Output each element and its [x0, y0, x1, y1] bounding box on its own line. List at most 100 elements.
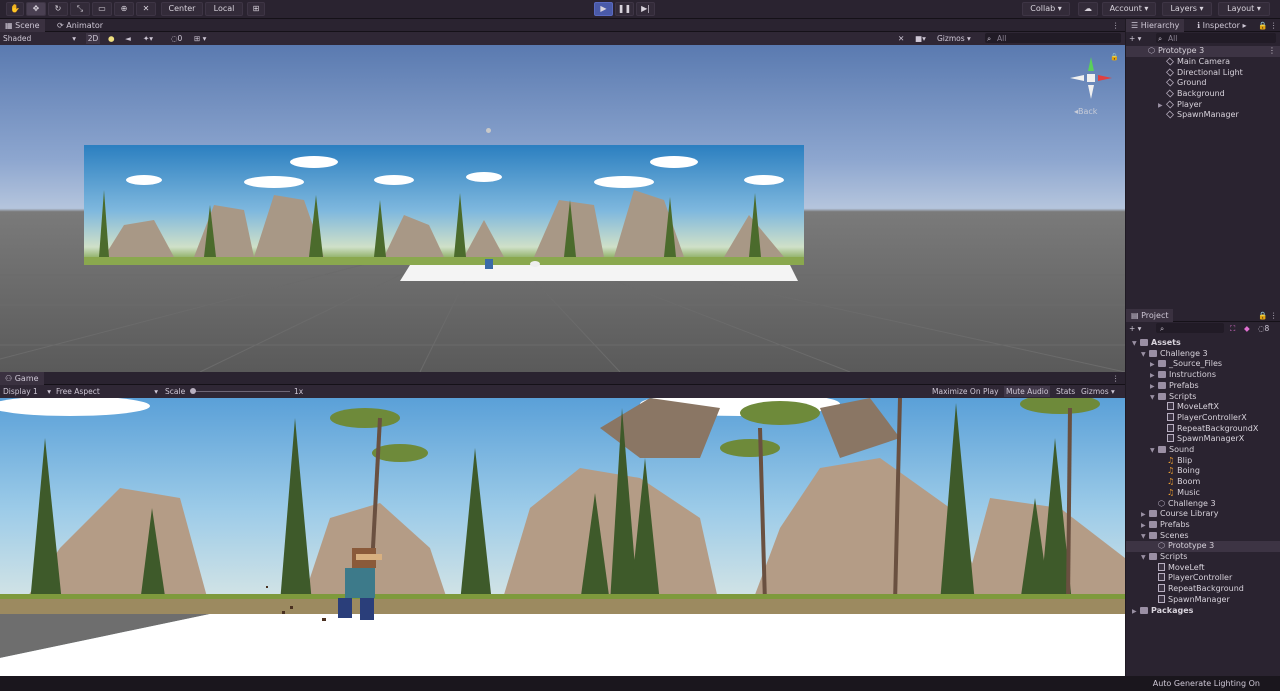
project-item[interactable]: ⬡ Prototype 3: [1126, 541, 1280, 552]
hierarchy-search-input[interactable]: ⌕ All: [1156, 33, 1276, 43]
collab-button[interactable]: Collab ▾: [1022, 2, 1070, 16]
tab-animator[interactable]: ⟳ Animator: [52, 19, 108, 32]
hierarchy-menu-icon[interactable]: ⋮: [1270, 20, 1278, 31]
project-item[interactable]: ♫ Music: [1126, 488, 1280, 499]
hierarchy-lock-icon[interactable]: 🔒: [1258, 20, 1267, 31]
scale-slider[interactable]: [192, 391, 290, 392]
grid-toggle-icon[interactable]: ⊞ ▾: [194, 33, 206, 44]
cloud-icon[interactable]: ☁: [1078, 2, 1098, 16]
scale-tool-icon[interactable]: ⤡: [70, 2, 90, 16]
project-item-label: Sound: [1169, 445, 1195, 454]
hierarchy-item-main-camera[interactable]: Main Camera: [1166, 57, 1230, 68]
project-item[interactable]: PlayerController: [1126, 573, 1280, 584]
shading-mode-label: Shaded: [3, 34, 32, 43]
project-item[interactable]: ♫ Boing: [1126, 466, 1280, 477]
tab-project[interactable]: ▤ Project: [1126, 309, 1174, 322]
pivot-local-button[interactable]: Local: [205, 2, 243, 16]
project-item[interactable]: MoveLeftX: [1126, 402, 1280, 413]
project-item[interactable]: SpawnManagerX: [1126, 434, 1280, 445]
rect-tool-icon[interactable]: ▭: [92, 2, 112, 16]
display-dropdown[interactable]: Display 1 ▾: [3, 386, 51, 397]
pivot-center-button[interactable]: Center: [161, 2, 203, 16]
move-tool-icon[interactable]: ✥: [26, 2, 46, 16]
toggle-2d-button[interactable]: 2D: [86, 33, 100, 44]
lighting-toggle-icon[interactable]: ●: [108, 33, 115, 44]
aspect-dropdown[interactable]: Free Aspect ▾: [56, 386, 158, 397]
audio-clip-icon: ♫: [1167, 466, 1175, 476]
scene-gizmos-dropdown[interactable]: Gizmos ▾: [937, 33, 981, 44]
status-bar: Auto Generate Lighting On: [0, 676, 1280, 691]
hierarchy-item-ground[interactable]: Ground: [1166, 78, 1206, 89]
grid-snap-icon[interactable]: ⊞: [247, 2, 265, 16]
effects-toggle-icon[interactable]: ✦▾: [143, 33, 153, 44]
maximize-on-play-toggle[interactable]: Maximize On Play: [932, 386, 999, 397]
scale-slider-handle[interactable]: [190, 388, 196, 394]
lock-view-icon[interactable]: 🔒: [1110, 53, 1119, 61]
filter-label-icon[interactable]: ◆: [1244, 323, 1250, 334]
project-item[interactable]: SpawnManager: [1126, 594, 1280, 606]
expand-arrow-icon[interactable]: ▶: [1158, 101, 1166, 112]
filter-type-icon[interactable]: ⛶: [1230, 323, 1235, 334]
scene-search-input[interactable]: ⌕ All: [985, 33, 1121, 43]
project-item[interactable]: ♫ Boom: [1126, 477, 1280, 488]
game-view[interactable]: [0, 398, 1125, 676]
hierarchy-item-spawn-manager[interactable]: SpawnManager: [1166, 110, 1239, 121]
tab-game[interactable]: ⚇ Game: [0, 372, 44, 385]
project-item-label: _Source_Files: [1169, 359, 1223, 369]
expand-arrow-icon[interactable]: ▶: [1132, 607, 1140, 618]
project-item[interactable]: ▶ Packages: [1126, 606, 1280, 618]
folder-icon: [1149, 510, 1157, 518]
spawned-obstacle[interactable]: [530, 261, 540, 267]
project-item[interactable]: RepeatBackground: [1126, 584, 1280, 595]
tools-icon[interactable]: ✕: [898, 33, 904, 44]
game-gizmos-dropdown[interactable]: Gizmos ▾: [1081, 386, 1123, 397]
project-item[interactable]: MoveLeft: [1126, 562, 1280, 574]
stats-toggle[interactable]: Stats: [1056, 386, 1075, 397]
hidden-packages-icon[interactable]: ◌8: [1258, 323, 1269, 334]
game-menu-icon[interactable]: ⋮: [1112, 373, 1120, 384]
folder-icon: [1158, 446, 1166, 453]
project-item[interactable]: ♫ Blip: [1126, 456, 1280, 467]
project-menu-icon[interactable]: ⋮: [1270, 310, 1278, 321]
project-item-label: Scenes: [1160, 530, 1189, 540]
scene-menu-icon[interactable]: ⋮: [1112, 20, 1120, 31]
project-add-button[interactable]: + ▾: [1129, 323, 1141, 334]
player-object[interactable]: [485, 259, 493, 269]
orientation-gizmo[interactable]: ◂Back: [1070, 55, 1114, 116]
camera-icon[interactable]: ■▾: [915, 33, 926, 44]
project-lock-icon[interactable]: 🔒: [1258, 310, 1267, 321]
project-item[interactable]: ⬡ Challenge 3: [1126, 499, 1280, 510]
game-background-landscape: [0, 398, 1125, 676]
audio-toggle-icon[interactable]: ◄: [125, 33, 131, 44]
hand-tool-icon[interactable]: ✋: [6, 2, 24, 16]
project-item-label: Boing: [1177, 466, 1200, 476]
hierarchy-scene-row[interactable]: ⬡ Prototype 3 ⋮: [1126, 46, 1280, 57]
project-item[interactable]: PlayerControllerX: [1126, 412, 1280, 424]
hierarchy-add-button[interactable]: + ▾: [1129, 33, 1141, 44]
project-item[interactable]: RepeatBackgroundX: [1126, 423, 1280, 435]
transform-tool-icon[interactable]: ⊕: [114, 2, 134, 16]
scene-menu-dots-icon[interactable]: ⋮: [1268, 46, 1276, 57]
project-search-input[interactable]: ⌕: [1156, 323, 1224, 333]
play-button[interactable]: ▶: [594, 2, 613, 16]
shading-mode-dropdown[interactable]: Shaded ▾: [3, 33, 78, 44]
light-gizmo[interactable]: [486, 128, 491, 133]
project-item-label: Packages: [1151, 605, 1194, 615]
layers-dropdown[interactable]: Layers ▾: [1162, 2, 1212, 16]
rotate-tool-icon[interactable]: ↻: [48, 2, 68, 16]
scene-view[interactable]: ◂Back 🔒: [0, 45, 1125, 372]
step-button[interactable]: ▶|: [636, 2, 655, 16]
pause-button[interactable]: ❚❚: [615, 2, 634, 16]
scale-value: 1x: [294, 387, 304, 396]
layout-dropdown[interactable]: Layout ▾: [1218, 2, 1270, 16]
folder-icon: [1158, 371, 1166, 379]
account-dropdown[interactable]: Account ▾: [1102, 2, 1156, 16]
custom-tool-icon[interactable]: ✕: [136, 2, 156, 16]
script-icon: [1167, 412, 1174, 421]
hierarchy-item-background[interactable]: Background: [1166, 89, 1225, 100]
hidden-objects-icon[interactable]: ◌0: [171, 33, 182, 44]
tab-scene[interactable]: ▦ Scene: [0, 19, 45, 32]
tab-hierarchy[interactable]: ☰ Hierarchy: [1126, 19, 1185, 32]
mute-audio-toggle[interactable]: Mute Audio: [1004, 386, 1051, 397]
tab-inspector[interactable]: ℹ Inspector ▸: [1192, 19, 1251, 32]
